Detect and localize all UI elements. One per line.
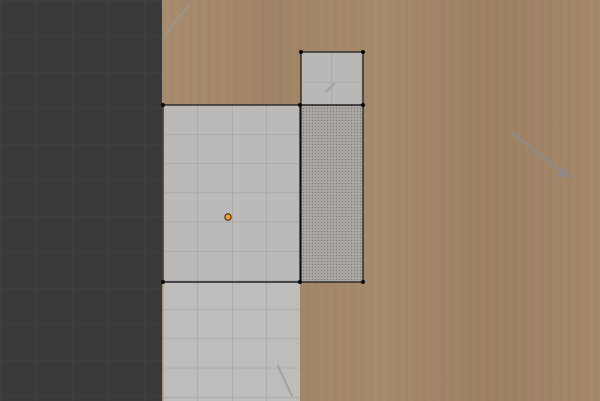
vertex (161, 103, 165, 107)
vertex (298, 280, 302, 284)
selected-face[interactable] (301, 105, 363, 282)
vertex (361, 103, 365, 107)
3d-viewport[interactable] (0, 0, 600, 401)
vertex (299, 50, 303, 54)
vertex (361, 280, 365, 284)
vertex (361, 50, 365, 54)
vertex (298, 103, 302, 107)
tile-face-main[interactable] (163, 105, 300, 282)
tile-floor-lower[interactable] (163, 282, 300, 401)
object-origin-icon[interactable] (224, 213, 232, 221)
tile-face-top[interactable] (301, 52, 363, 105)
vertex (161, 280, 165, 284)
